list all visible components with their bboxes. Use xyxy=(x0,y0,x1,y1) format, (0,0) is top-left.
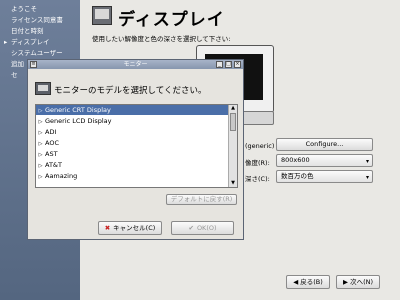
list-scrollbar[interactable]: ▲ ▼ xyxy=(228,105,237,187)
expander-icon[interactable]: ▷ xyxy=(36,106,45,116)
expander-icon[interactable]: ▷ xyxy=(36,128,45,138)
list-item[interactable]: ▷ AT&T xyxy=(36,160,229,170)
expander-icon[interactable]: ▷ xyxy=(36,172,45,182)
list-item[interactable]: ▷ Generic CRT Display xyxy=(36,105,229,115)
minimize-icon[interactable]: _ xyxy=(216,61,223,68)
expander-icon[interactable]: ▷ xyxy=(36,139,45,149)
next-button[interactable]: ▶ 次へ(N) xyxy=(336,275,380,289)
scroll-down-icon[interactable]: ▼ xyxy=(229,180,237,187)
color-depth-select[interactable]: 数百万の色 ▾ xyxy=(276,170,373,183)
expander-icon[interactable]: ▷ xyxy=(36,161,45,171)
resolution-select[interactable]: 800x600 ▾ xyxy=(276,154,373,167)
dialog-titlebar[interactable]: ≡ モニター _ □ × xyxy=(28,60,243,69)
list-item[interactable]: ▷ ADI xyxy=(36,127,229,137)
maximize-icon[interactable]: □ xyxy=(225,61,232,68)
dropdown-arrow-icon: ▾ xyxy=(365,158,369,165)
back-button[interactable]: ◀ 戻る(B) xyxy=(286,275,330,289)
sidebar-item-display: ▸ ディスプレイ xyxy=(4,38,50,46)
list-item[interactable]: ▷ Aamazing xyxy=(36,171,229,181)
scroll-up-icon[interactable]: ▲ xyxy=(229,105,237,112)
sidebar-item-system-user: システムユーザー xyxy=(11,49,63,57)
close-icon[interactable]: × xyxy=(234,61,241,68)
sidebar-item-license: ライセンス同意書 xyxy=(11,16,63,24)
display-icon xyxy=(92,6,112,25)
cancel-button[interactable]: ✖ キャンセル(C) xyxy=(98,221,162,235)
dropdown-arrow-icon: ▾ xyxy=(365,174,369,181)
dialog-prompt: モニターのモデルを選択してください。 xyxy=(54,86,207,96)
expander-icon[interactable]: ▷ xyxy=(36,117,45,127)
current-step-arrow-icon: ▸ xyxy=(4,38,8,46)
expander-icon[interactable]: ▷ xyxy=(36,150,45,160)
monitor-icon xyxy=(35,82,51,95)
monitor-model-list[interactable]: ▷ Generic CRT Display ▷ Generic LCD Displa… xyxy=(35,104,238,188)
configure-button[interactable]: Configure... xyxy=(276,138,373,151)
sidebar-item-welcome: ようこそ xyxy=(11,5,37,13)
check-icon: ✔ xyxy=(188,224,194,232)
next-arrow-icon: ▶ xyxy=(342,278,351,286)
resolution-label: 像度(R): xyxy=(245,159,270,167)
sidebar-item-setup: セ xyxy=(11,71,18,79)
dialog-title: モニター xyxy=(123,61,148,68)
monitor-value: (generic) xyxy=(245,142,275,150)
sidebar-item-additional: 追加 xyxy=(11,60,24,68)
page-title: ディスプレイ xyxy=(118,10,225,30)
list-item[interactable]: ▷ Generic LCD Display xyxy=(36,116,229,126)
scrollbar-thumb[interactable] xyxy=(230,113,236,131)
reset-default-button[interactable]: デフォルトに戻す(R) xyxy=(166,194,237,205)
monitor-dialog: ≡ モニター _ □ × モニターのモデルを選択してください。 ▷ Generic… xyxy=(27,59,244,240)
cancel-icon: ✖ xyxy=(104,224,111,232)
list-item[interactable]: ▷ AOC xyxy=(36,138,229,148)
list-item[interactable]: ▷ AST xyxy=(36,149,229,159)
ok-button[interactable]: ✔ OK(O) xyxy=(171,221,234,235)
depth-label: 深さ(C): xyxy=(245,175,270,183)
instruction-text: 使用したい解像度と色の深さを選択して下さい: xyxy=(92,35,231,43)
sidebar-item-datetime: 日付と時刻 xyxy=(11,27,44,35)
